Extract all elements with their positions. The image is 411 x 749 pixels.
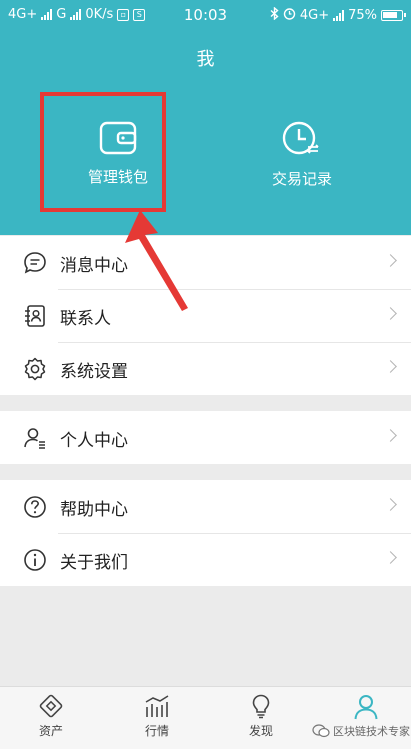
chevron-right-icon (384, 254, 397, 267)
transaction-history-label: 交易记录 (271, 170, 332, 188)
help-icon (24, 496, 46, 518)
message-icon (24, 252, 46, 274)
battery-icon (381, 10, 406, 21)
menu-item-help-center[interactable]: 帮助中心 (0, 480, 411, 533)
menu-item-settings[interactable]: 系统设置 (0, 342, 411, 395)
menu-group-1: 消息中心 联系人 系统设置 (0, 236, 411, 395)
contacts-icon (25, 305, 45, 327)
assets-icon (39, 694, 63, 718)
tab-market[interactable]: 行情 (127, 693, 187, 739)
tab-discover[interactable]: 发现 (231, 693, 291, 739)
manage-wallet-label: 管理钱包 (87, 168, 148, 186)
battery-percent: 75% (348, 8, 377, 23)
settings-gear-icon (24, 357, 46, 381)
person-icon (24, 428, 45, 449)
menu-group-2: 个人中心 (0, 411, 411, 464)
annotation-arrow (125, 210, 188, 311)
tab-label: 发现 (248, 724, 273, 738)
market-chart-icon (145, 695, 169, 717)
menu-item-about-us[interactable]: 关于我们 (0, 533, 411, 586)
wechat-logo-icon (312, 724, 330, 738)
menu-item-personal-center[interactable]: 个人中心 (0, 411, 411, 464)
menu-item-label: 个人中心 (60, 431, 128, 451)
status-right: 4G+ 75% (270, 6, 406, 24)
bottom-tab-bar: 资产 行情 发现 (0, 686, 411, 749)
watermark-text: 区块链技术专家 (333, 725, 410, 738)
info-icon (24, 549, 46, 571)
status-bar: 4G+ G 0K/s ▫ S 10:03 4G+ 75% (0, 0, 411, 30)
profile-header: 我 管理钱包 交易记录 (0, 30, 411, 235)
tab-label: 资产 (38, 724, 63, 738)
page-title: 我 (196, 49, 215, 70)
bluetooth-icon (270, 6, 279, 24)
chevron-right-icon (384, 551, 397, 564)
menu-item-contacts[interactable]: 联系人 (0, 289, 411, 342)
menu-item-label: 关于我们 (60, 553, 128, 573)
discover-bulb-icon (252, 694, 270, 719)
transaction-history-button[interactable]: 交易记录 (242, 120, 362, 189)
menu-group-3: 帮助中心 关于我们 (0, 480, 411, 586)
signal-icon-3 (333, 10, 345, 21)
tab-me[interactable] (336, 693, 396, 724)
watermark: 区块链技术专家 (312, 723, 410, 739)
chevron-right-icon (384, 429, 397, 442)
manage-wallet-button[interactable]: 管理钱包 (58, 120, 178, 187)
chevron-right-icon (384, 307, 397, 320)
network-type-3: 4G+ (299, 8, 330, 23)
menu-item-label: 帮助中心 (60, 500, 128, 520)
menu-item-messages[interactable]: 消息中心 (0, 236, 411, 289)
menu-item-label: 消息中心 (60, 256, 128, 276)
me-person-icon (354, 695, 378, 720)
clock-history-icon (282, 121, 319, 155)
wallet-icon (99, 121, 137, 155)
tab-assets[interactable]: 资产 (21, 693, 81, 739)
menu-item-label: 系统设置 (60, 362, 128, 382)
alarm-icon (283, 7, 296, 24)
tab-label: 行情 (144, 724, 169, 738)
chevron-right-icon (384, 498, 397, 511)
chevron-right-icon (384, 360, 397, 373)
menu-item-label: 联系人 (60, 309, 111, 329)
